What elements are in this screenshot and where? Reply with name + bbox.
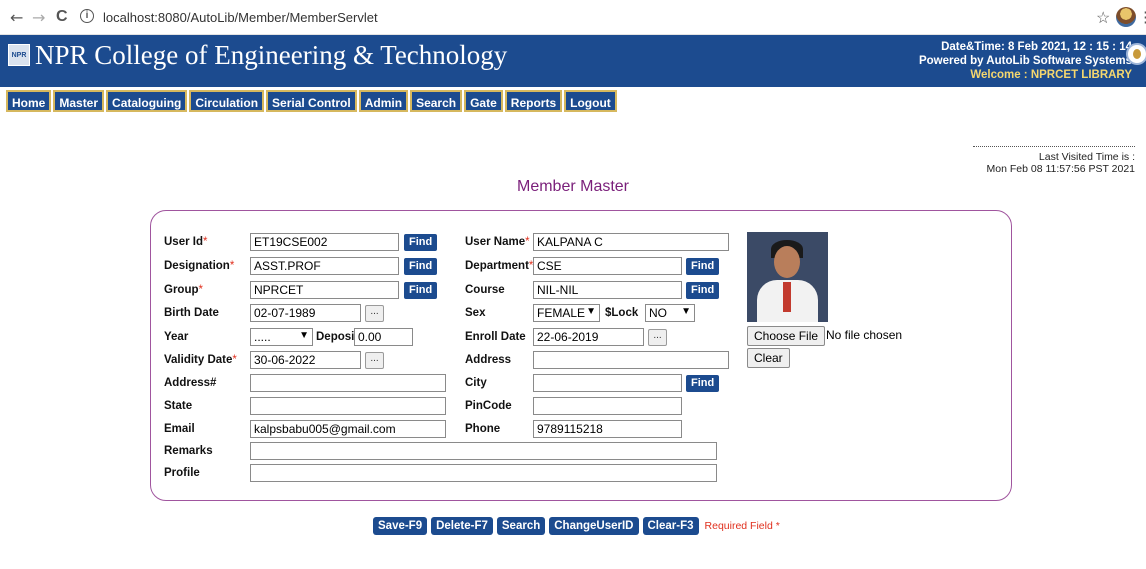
menu-search[interactable]: Search: [410, 90, 463, 112]
reload-icon[interactable]: C: [56, 8, 68, 26]
user-name-input[interactable]: KALPANA C: [533, 233, 729, 251]
pincode-label: PinCode: [465, 400, 512, 412]
email-label: Email: [164, 423, 195, 435]
course-label: Course: [465, 284, 505, 296]
user-id-find-button[interactable]: Find: [404, 234, 438, 251]
welcome-text: Welcome : NPRCET LIBRARY: [970, 69, 1132, 81]
menu-admin[interactable]: Admin: [358, 90, 409, 112]
action-bar: Save-F9 Delete-F7 Search ChangeUserID Cl…: [373, 517, 780, 535]
user-id-label: User Id*: [164, 236, 208, 248]
designation-input[interactable]: ASST.PROF: [250, 257, 399, 275]
delete-button[interactable]: Delete-F7: [431, 517, 493, 535]
slock-label: $Lock: [605, 307, 639, 319]
menu-gate[interactable]: Gate: [464, 90, 503, 112]
course-find-button[interactable]: Find: [686, 282, 720, 299]
choose-file-button[interactable]: Choose File: [747, 326, 826, 346]
validity-date-input[interactable]: 30-06-2022: [250, 351, 361, 369]
city-label: City: [465, 377, 487, 389]
phone-input[interactable]: 9789115218: [533, 420, 682, 438]
page-title: Member Master: [516, 178, 630, 195]
birth-date-label: Birth Date: [164, 307, 219, 319]
group-find-button[interactable]: Find: [404, 282, 438, 299]
required-field-note: Required Field *: [704, 520, 780, 532]
datetime-text: Date&Time: 8 Feb 2021, 12 : 15 : 14: [941, 41, 1132, 53]
menu-home[interactable]: Home: [6, 90, 52, 112]
browser-toolbar: ← → C i localhost:8080/AutoLib/Member/Me…: [0, 0, 1146, 35]
designation-find-button[interactable]: Find: [404, 258, 438, 275]
menu-circulation[interactable]: Circulation: [189, 90, 265, 112]
enroll-date-label: Enroll Date: [465, 331, 526, 343]
slock-select[interactable]: NO ▼: [645, 304, 695, 322]
college-logo: NPR: [8, 44, 30, 66]
clear-photo-button[interactable]: Clear: [747, 348, 790, 368]
state-input[interactable]: [250, 397, 446, 415]
deposit-input[interactable]: 0.00: [354, 328, 413, 346]
main-menu-bar: Home Master Cataloguing Circulation Seri…: [0, 87, 1146, 115]
pincode-input[interactable]: [533, 397, 682, 415]
profile-input[interactable]: [250, 464, 717, 482]
more-menu-icon[interactable]: ⋮: [1138, 8, 1146, 26]
college-name: NPR College of Engineering & Technology: [35, 40, 508, 70]
city-find-button[interactable]: Find: [686, 375, 720, 392]
user-id-input[interactable]: ET19CSE002: [250, 233, 399, 251]
enroll-date-picker-button[interactable]: ...: [648, 329, 667, 346]
no-file-text: No file chosen: [826, 328, 903, 342]
profile-avatar-icon[interactable]: [1116, 7, 1136, 27]
birth-date-input[interactable]: 02-07-1989: [250, 304, 361, 322]
menu-serial-control[interactable]: Serial Control: [266, 90, 357, 112]
clear-button[interactable]: Clear-F3: [642, 517, 699, 535]
enroll-date-input[interactable]: 22-06-2019: [533, 328, 644, 346]
autolib-seal-icon: [1126, 43, 1146, 65]
last-visited-value: Mon Feb 08 11:57:56 PST 2021: [986, 163, 1135, 175]
menu-reports[interactable]: Reports: [504, 90, 563, 112]
chevron-down-icon: ▼: [586, 306, 596, 317]
chevron-down-icon: ▼: [299, 330, 309, 341]
search-button[interactable]: Search: [496, 517, 546, 535]
deposit-label: Deposit: [316, 331, 359, 343]
change-userid-button[interactable]: ChangeUserID: [549, 517, 639, 535]
birth-date-picker-button[interactable]: ...: [365, 305, 384, 322]
forward-icon[interactable]: →: [32, 8, 45, 27]
remarks-input[interactable]: [250, 442, 717, 460]
address-input[interactable]: [533, 351, 729, 369]
group-input[interactable]: NPRCET: [250, 281, 399, 299]
menu-cataloguing[interactable]: Cataloguing: [106, 90, 188, 112]
sex-select[interactable]: FEMALE ▼: [533, 304, 600, 322]
state-label: State: [164, 400, 193, 412]
address-label: Address: [465, 354, 512, 366]
group-label: Group*: [164, 284, 203, 296]
address-hash-label: Address#: [164, 377, 217, 389]
bookmark-star-icon[interactable]: ☆: [1096, 8, 1110, 28]
site-info-icon[interactable]: i: [80, 9, 94, 23]
back-icon[interactable]: ←: [10, 8, 23, 27]
remarks-label: Remarks: [164, 445, 213, 457]
header-info: Date&Time: 8 Feb 2021, 12 : 15 : 14 Powe…: [919, 40, 1132, 82]
powered-by-text: Powered by AutoLib Software Systems: [918, 55, 1132, 67]
last-visited-label: Last Visited Time is :: [1038, 151, 1135, 163]
header-banner: NPR NPR College of Engineering & Technol…: [0, 35, 1146, 87]
department-label: Department*: [465, 260, 534, 272]
menu-master[interactable]: Master: [53, 90, 105, 112]
user-name-label: User Name*: [465, 236, 530, 248]
member-photo: [747, 232, 828, 322]
phone-label: Phone: [465, 423, 501, 435]
email-input[interactable]: kalpsbabu005@gmail.com: [250, 420, 446, 438]
year-select[interactable]: ..... ▼: [250, 328, 313, 346]
course-input[interactable]: NIL-NIL: [533, 281, 682, 299]
menu-logout[interactable]: Logout: [564, 90, 617, 112]
city-input[interactable]: [533, 374, 682, 392]
address-bar[interactable]: localhost:8080/AutoLib/Member/MemberServ…: [103, 10, 378, 25]
department-input[interactable]: CSE: [533, 257, 682, 275]
validity-date-label: Validity Date*: [164, 354, 237, 366]
last-visited: Last Visited Time is : Mon Feb 08 11:57:…: [973, 146, 1135, 175]
sex-label: Sex: [465, 307, 486, 319]
save-button[interactable]: Save-F9: [373, 517, 428, 535]
validity-date-picker-button[interactable]: ...: [365, 352, 384, 369]
chevron-down-icon: ▼: [681, 306, 691, 317]
year-label: Year: [164, 331, 189, 343]
address-hash-input[interactable]: [250, 374, 446, 392]
department-find-button[interactable]: Find: [686, 258, 720, 275]
profile-label: Profile: [164, 467, 200, 479]
designation-label: Designation*: [164, 260, 235, 272]
